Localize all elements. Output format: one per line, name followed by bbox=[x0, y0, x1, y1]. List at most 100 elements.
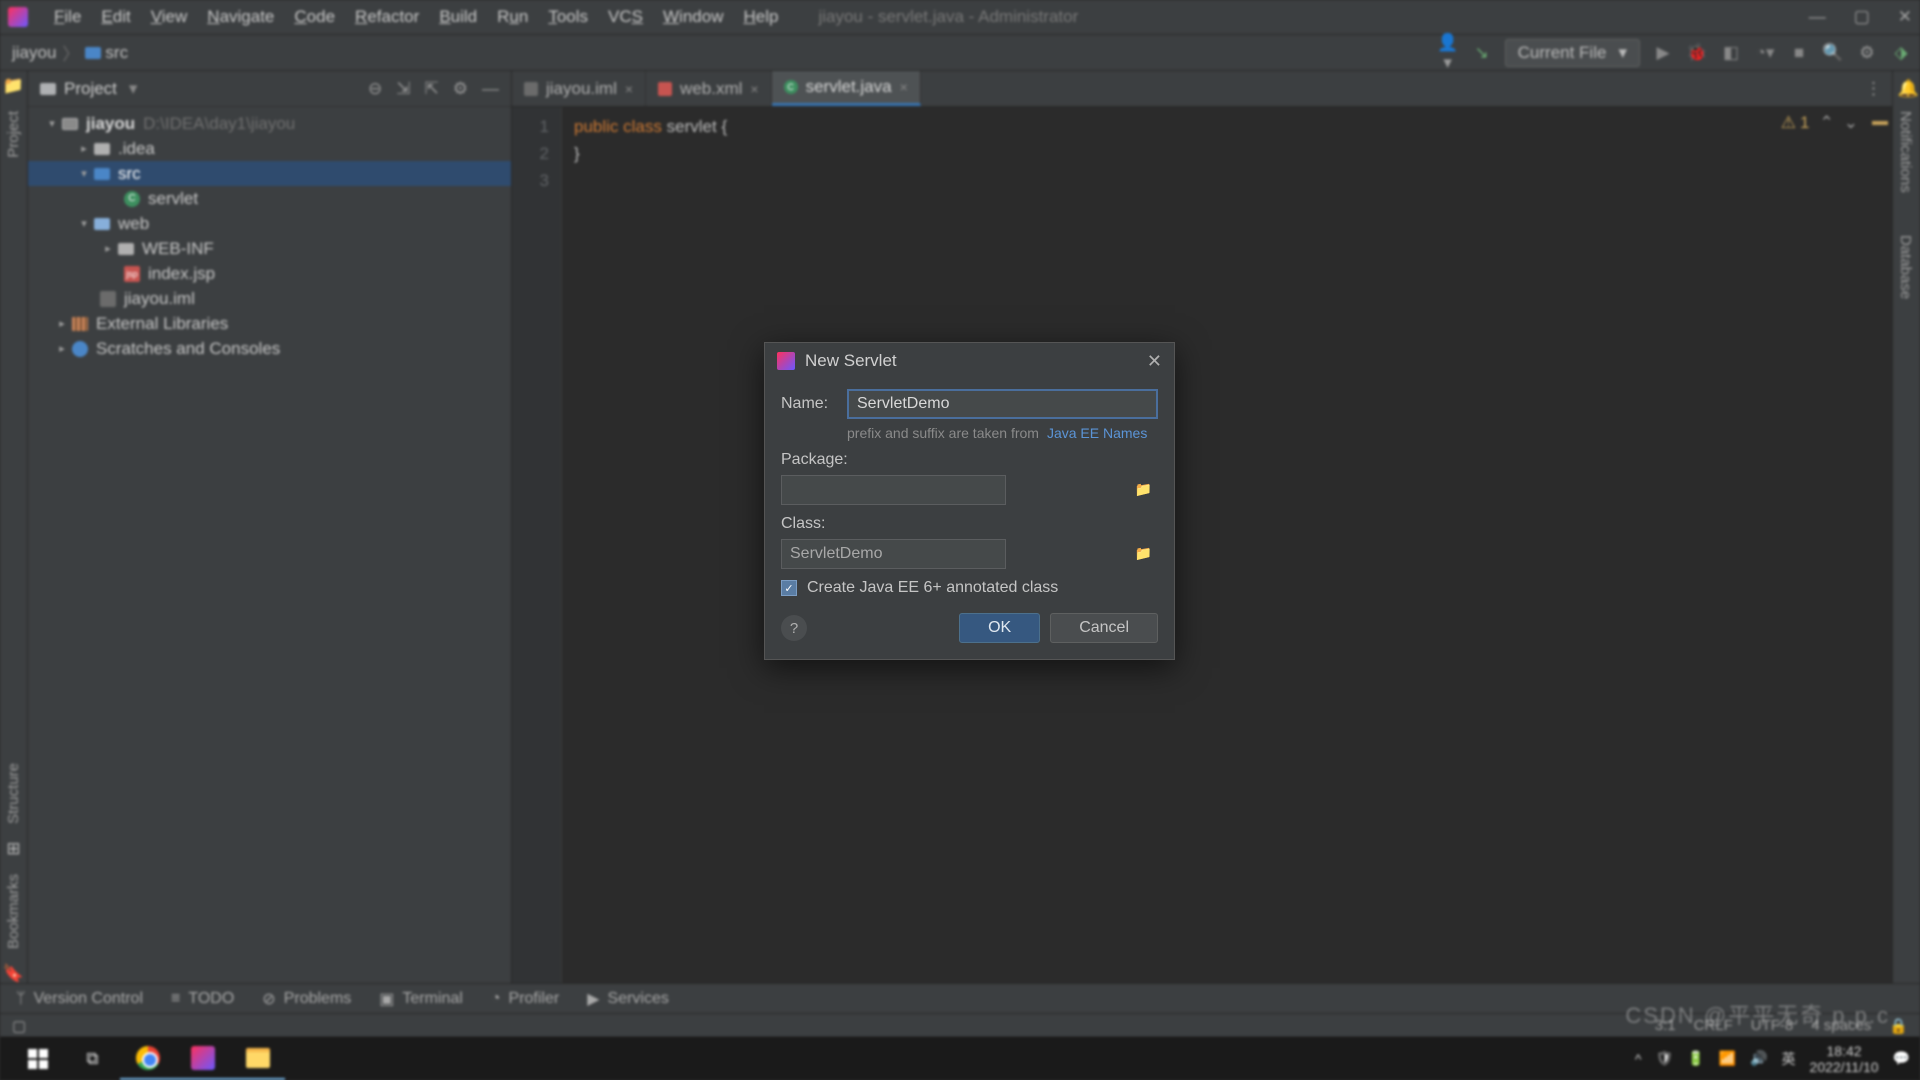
run-icon[interactable]: ▶ bbox=[1652, 43, 1674, 63]
lock-icon[interactable]: 🔒 bbox=[1889, 1017, 1908, 1035]
start-button[interactable] bbox=[10, 1037, 65, 1080]
collapse-all-icon[interactable]: ⇱ bbox=[425, 79, 439, 99]
hide-panel-icon[interactable]: — bbox=[482, 79, 499, 99]
chevron-down-icon[interactable]: ▾ bbox=[129, 79, 138, 99]
menu-code[interactable]: Code bbox=[284, 3, 345, 31]
chevron-down-icon[interactable]: ⌄ bbox=[1844, 113, 1858, 133]
gear-icon[interactable]: ⚙ bbox=[453, 79, 468, 99]
bookmarks-tool-label[interactable]: Bookmarks bbox=[5, 868, 22, 955]
menu-help[interactable]: Help bbox=[733, 3, 788, 31]
taskbar-explorer[interactable] bbox=[230, 1037, 285, 1080]
tray-ime[interactable]: 英 bbox=[1782, 1049, 1796, 1069]
user-add-icon[interactable]: 👤▾ bbox=[1437, 33, 1459, 73]
profile-icon[interactable]: ◔▾ bbox=[1754, 43, 1776, 63]
close-icon[interactable]: ✕ bbox=[1898, 7, 1912, 27]
code-editor[interactable]: 123 public class servlet { } ⚠ 1 ⌃ ⌄ bbox=[512, 107, 1892, 983]
structure-tool-label[interactable]: Structure bbox=[5, 757, 22, 830]
tray-clock[interactable]: 18:422022/11/10 bbox=[1810, 1043, 1879, 1075]
tree-src[interactable]: ▾ src bbox=[28, 161, 511, 186]
services-tool[interactable]: ▶Services bbox=[587, 989, 669, 1009]
tab-webxml[interactable]: web.xml× bbox=[646, 71, 772, 106]
profiler-tool[interactable]: ◔Profiler bbox=[491, 990, 559, 1008]
coverage-icon[interactable]: ◧ bbox=[1720, 43, 1742, 63]
menu-edit[interactable]: Edit bbox=[91, 3, 140, 31]
menu-file[interactable]: File bbox=[44, 3, 91, 31]
maximize-icon[interactable]: ▢ bbox=[1854, 7, 1870, 27]
gear-icon[interactable]: ⚙ bbox=[1856, 43, 1878, 63]
menu-run[interactable]: Run bbox=[487, 3, 538, 31]
close-icon[interactable]: × bbox=[750, 81, 758, 97]
annotated-checkbox-row[interactable]: ✓ Create Java EE 6+ annotated class bbox=[781, 579, 1158, 597]
tray-wifi-icon[interactable]: 📶 bbox=[1719, 1050, 1736, 1067]
expand-all-icon[interactable]: ⇲ bbox=[396, 79, 410, 99]
taskbar-intellij[interactable] bbox=[175, 1037, 230, 1080]
task-view-button[interactable]: ⧉ bbox=[65, 1037, 120, 1080]
tray-security-icon[interactable]: 🛡 bbox=[1655, 1050, 1673, 1067]
class-input[interactable] bbox=[781, 539, 1006, 569]
database-label[interactable]: Database bbox=[1893, 229, 1918, 305]
close-icon[interactable]: ✕ bbox=[1147, 351, 1162, 372]
tree-webinf[interactable]: ▸ WEB-INF bbox=[28, 236, 511, 261]
menu-tools[interactable]: Tools bbox=[538, 3, 598, 31]
select-opened-icon[interactable]: ⊖ bbox=[368, 79, 382, 99]
tray-volume-icon[interactable]: 🔊 bbox=[1750, 1050, 1767, 1067]
tab-more-icon[interactable]: ⋮ bbox=[1865, 71, 1882, 106]
close-icon[interactable]: × bbox=[900, 79, 908, 95]
tree-scratch[interactable]: ▸ Scratches and Consoles bbox=[28, 336, 511, 361]
tree-indexjsp[interactable]: jsp index.jsp bbox=[28, 261, 511, 286]
version-control-tool[interactable]: ᛘVersion Control bbox=[16, 990, 143, 1008]
tab-iml[interactable]: jiayou.iml× bbox=[512, 71, 646, 106]
project-tool-icon[interactable]: 📁 bbox=[5, 77, 23, 95]
tab-servlet[interactable]: Cservlet.java× bbox=[772, 71, 921, 106]
tray-notifications-icon[interactable]: 💬 bbox=[1893, 1050, 1910, 1067]
run-config-selector[interactable]: Current File▾ bbox=[1505, 39, 1640, 67]
problems-tool[interactable]: ⊘Problems bbox=[262, 989, 351, 1009]
minimize-icon[interactable]: — bbox=[1809, 7, 1826, 27]
browse-icon[interactable]: 📁 bbox=[1135, 545, 1152, 562]
warning-icon[interactable]: ⚠ 1 bbox=[1781, 113, 1810, 133]
bookmark-icon[interactable]: 🔖 bbox=[5, 965, 23, 983]
tree-servlet[interactable]: C servlet bbox=[28, 186, 511, 211]
menu-navigate[interactable]: Navigate bbox=[197, 3, 284, 31]
tray-chevron-icon[interactable]: ^ bbox=[1635, 1051, 1642, 1067]
menu-refactor[interactable]: Refactor bbox=[345, 3, 429, 31]
structure-icon[interactable]: ⊞ bbox=[5, 840, 23, 858]
bell-icon[interactable]: 🔔 bbox=[1898, 79, 1916, 97]
name-input[interactable] bbox=[847, 389, 1158, 419]
search-icon[interactable]: 🔍 bbox=[1822, 43, 1844, 63]
help-button[interactable]: ? bbox=[781, 615, 807, 641]
tray-battery-icon[interactable]: 🔋 bbox=[1687, 1050, 1704, 1067]
menu-view[interactable]: View bbox=[141, 3, 198, 31]
project-tree[interactable]: ▾ jiayou D:\IDEA\day1\jiayou ▸ .idea ▾ s… bbox=[28, 107, 511, 983]
breadcrumb-folder[interactable]: src bbox=[81, 43, 132, 63]
debug-icon[interactable]: 🐞 bbox=[1686, 43, 1708, 63]
breadcrumb-root[interactable]: jiayou bbox=[8, 43, 60, 63]
stop-icon[interactable]: ■ bbox=[1788, 43, 1810, 63]
menu-vcs[interactable]: VCS bbox=[598, 3, 653, 31]
menu-window[interactable]: Window bbox=[653, 3, 733, 31]
tree-idea[interactable]: ▸ .idea bbox=[28, 136, 511, 161]
package-input[interactable] bbox=[781, 475, 1006, 505]
tree-root[interactable]: ▾ jiayou D:\IDEA\day1\jiayou bbox=[28, 111, 511, 136]
tree-iml[interactable]: jiayou.iml bbox=[28, 286, 511, 311]
chevron-up-icon[interactable]: ⌃ bbox=[1820, 113, 1834, 133]
terminal-tool[interactable]: ▣Terminal bbox=[379, 989, 463, 1009]
checkbox-icon[interactable]: ✓ bbox=[781, 580, 797, 596]
close-icon[interactable]: × bbox=[625, 81, 633, 97]
tree-web[interactable]: ▾ web bbox=[28, 211, 511, 236]
project-tool-label[interactable]: Project bbox=[5, 105, 22, 164]
tree-ext-lib[interactable]: ▸ External Libraries bbox=[28, 311, 511, 336]
notifications-label[interactable]: Notifications bbox=[1893, 105, 1918, 199]
status-square-icon[interactable]: ▢ bbox=[12, 1017, 26, 1035]
warning-marker[interactable] bbox=[1872, 121, 1888, 125]
java-ee-names-link[interactable]: Java EE Names bbox=[1047, 425, 1147, 441]
cancel-button[interactable]: Cancel bbox=[1050, 613, 1158, 643]
menu-build[interactable]: Build bbox=[429, 3, 487, 31]
hammer-icon[interactable]: ↘ bbox=[1471, 43, 1493, 63]
inspection-widget[interactable]: ⚠ 1 ⌃ ⌄ bbox=[1781, 113, 1858, 133]
todo-tool[interactable]: ≡TODO bbox=[171, 990, 234, 1008]
ok-button[interactable]: OK bbox=[959, 613, 1040, 643]
taskbar-chrome[interactable] bbox=[120, 1037, 175, 1080]
browse-icon[interactable]: 📁 bbox=[1135, 481, 1152, 498]
code-with-me-icon[interactable]: ⬗ bbox=[1890, 43, 1912, 63]
